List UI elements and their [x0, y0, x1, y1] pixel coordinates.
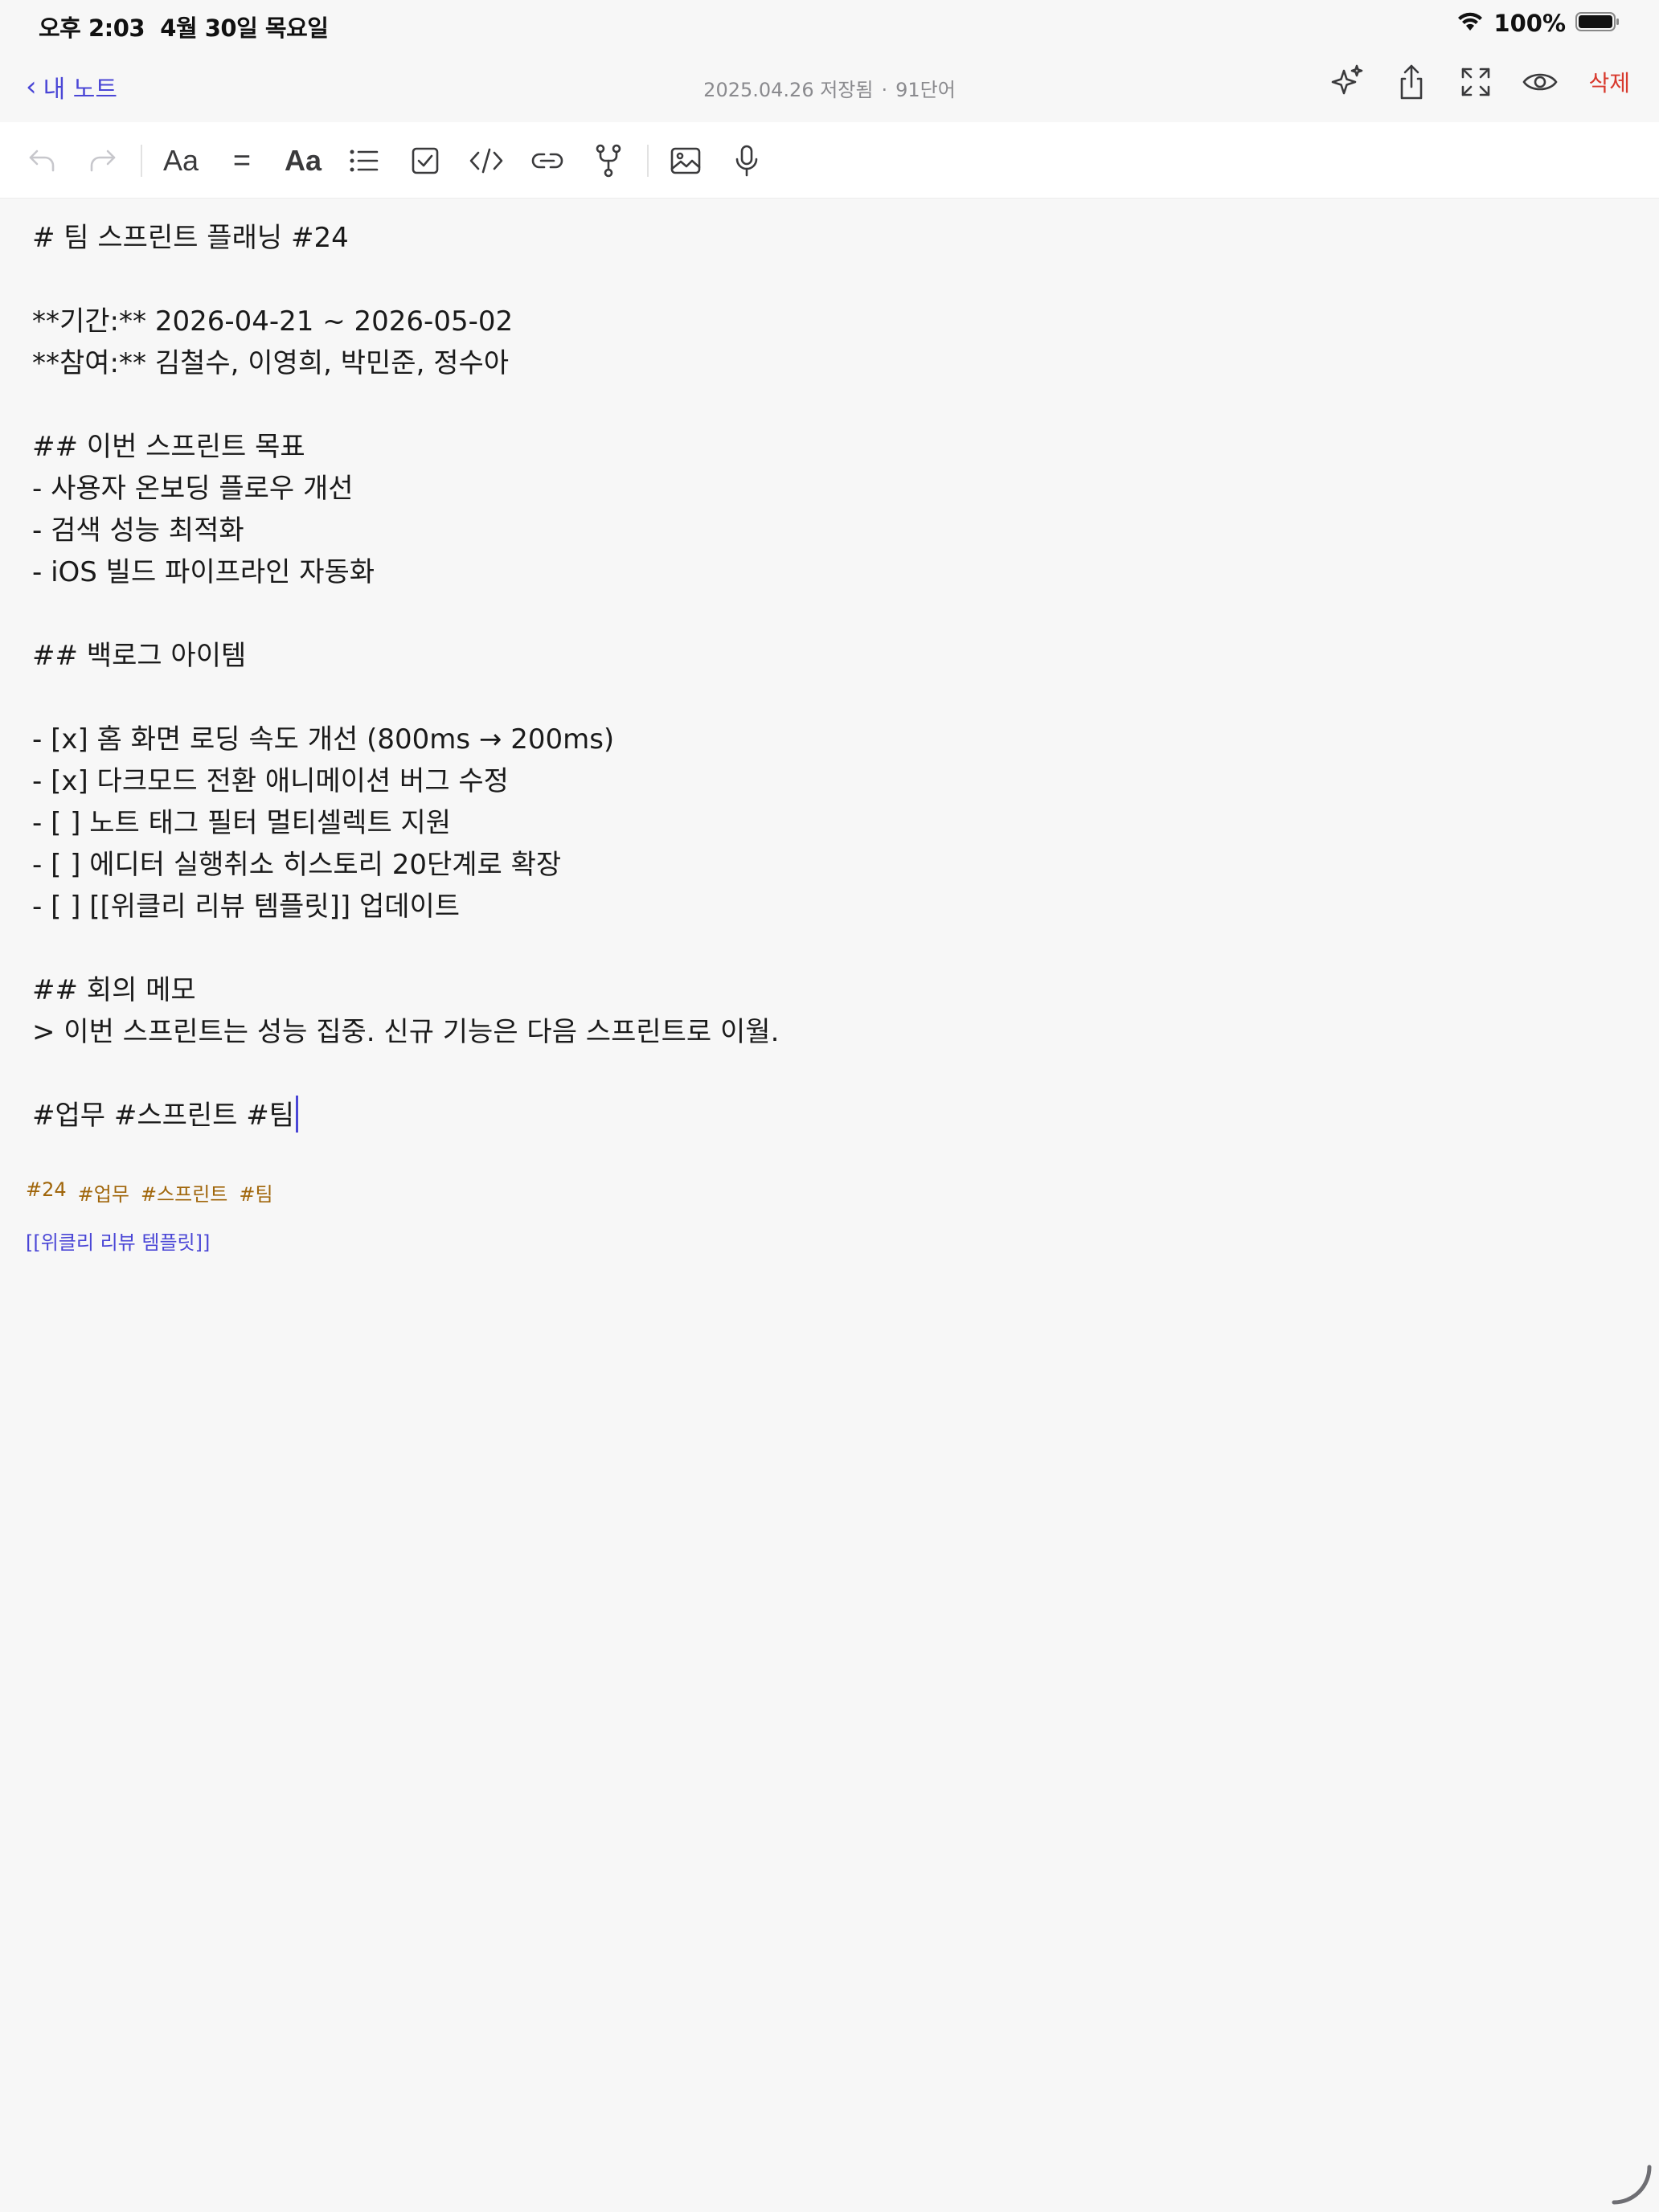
bullet-list-icon[interactable] — [342, 138, 387, 183]
eye-icon[interactable] — [1519, 61, 1561, 103]
editor-line: > 이번 스프린트는 성능 집중. 신규 기능은 다음 스프린트로 이월. — [32, 1016, 780, 1048]
editor-line: - [x] 홈 화면 로딩 속도 개선 (800ms → 200ms) — [32, 723, 615, 756]
meta-separator: · — [881, 79, 888, 101]
editor-line: **참여:** 김철수, 이영희, 박민준, 정수아 — [32, 347, 510, 379]
editor-line: - [ ] [[위클리 리뷰 템플릿]] 업데이트 — [32, 891, 461, 923]
nav-bar: ‹ 내 노트 2025.04.26 저장됨 · 91단어 삭제 — [0, 51, 1659, 124]
editor-line: - iOS 빌드 파이프라인 자동화 — [32, 556, 375, 588]
editor-line: - [ ] 노트 태그 필터 멀티셀렉트 지원 — [32, 807, 452, 839]
horizontal-rule-button[interactable]: = — [219, 138, 264, 183]
redo-icon[interactable] — [80, 138, 125, 183]
link-icon[interactable] — [525, 138, 570, 183]
branch-icon[interactable] — [586, 138, 631, 183]
note-editor[interactable]: # 팀 스프린트 플래닝 #24 **기간:** 2026-04-21 ~ 20… — [32, 217, 1624, 1137]
status-date: 4월 30일 목요일 — [160, 14, 329, 42]
share-icon[interactable] — [1391, 61, 1432, 103]
status-time: 오후 2:03 4월 30일 목요일 — [39, 10, 329, 43]
toolbar-divider — [141, 145, 142, 177]
tag-chip[interactable]: #스프린트 — [141, 1178, 227, 1206]
format-toolbar: Aa = Aa — [0, 122, 1659, 199]
toolbar-divider — [647, 145, 649, 177]
code-icon[interactable] — [464, 138, 509, 183]
microphone-icon[interactable] — [724, 138, 769, 183]
text-cursor — [296, 1096, 299, 1133]
editor-line: # 팀 스프린트 플래닝 #24 — [32, 222, 349, 254]
status-bar: 오후 2:03 4월 30일 목요일 100% — [0, 0, 1659, 51]
resize-handle-icon[interactable] — [1609, 2162, 1654, 2207]
wikilink[interactable]: [[위클리 리뷰 템플릿]] — [26, 1227, 210, 1255]
editor-line-text: #업무 #스프린트 #팀 — [32, 1100, 295, 1132]
editor-line: - [ ] 에디터 실행취소 히스토리 20단계로 확장 — [32, 849, 562, 881]
word-count: 91단어 — [895, 79, 956, 101]
editor-line: ## 회의 메모 — [32, 974, 196, 1006]
heading-button[interactable]: Aa — [281, 138, 326, 183]
tag-chip[interactable]: #24 — [26, 1178, 67, 1206]
tag-chip[interactable]: #팀 — [239, 1178, 272, 1206]
battery-icon — [1575, 11, 1620, 35]
status-indicators: 100% — [1456, 10, 1620, 37]
editor-line: - 사용자 온보딩 플로우 개선 — [32, 473, 354, 505]
battery-percent: 100% — [1493, 10, 1566, 37]
editor-line-last: #업무 #스프린트 #팀 — [32, 1095, 1624, 1137]
saved-status: 2025.04.26 저장됨 — [703, 79, 874, 101]
ai-sparkle-icon[interactable] — [1326, 61, 1368, 103]
editor-line: - [x] 다크모드 전환 애니메이션 버그 수정 — [32, 765, 509, 797]
editor-line: **기간:** 2026-04-21 ~ 2026-05-02 — [32, 305, 514, 338]
undo-icon[interactable] — [19, 138, 64, 183]
tag-chip[interactable]: #업무 — [78, 1178, 129, 1206]
wifi-icon — [1456, 11, 1484, 35]
nav-actions: 삭제 — [1326, 61, 1630, 103]
image-icon[interactable] — [663, 138, 708, 183]
checkbox-icon[interactable] — [403, 138, 448, 183]
editor-line: ## 백로그 아이템 — [32, 640, 247, 672]
editor-line: ## 이번 스프린트 목표 — [32, 431, 305, 463]
editor-line: - 검색 성능 최적화 — [32, 514, 244, 547]
text-style-button[interactable]: Aa — [158, 138, 203, 183]
status-clock: 오후 2:03 — [39, 14, 145, 42]
fullscreen-icon[interactable] — [1455, 61, 1497, 103]
delete-button[interactable]: 삭제 — [1588, 66, 1630, 98]
tag-list: #24 #업무 #스프린트 #팀 — [26, 1178, 273, 1206]
